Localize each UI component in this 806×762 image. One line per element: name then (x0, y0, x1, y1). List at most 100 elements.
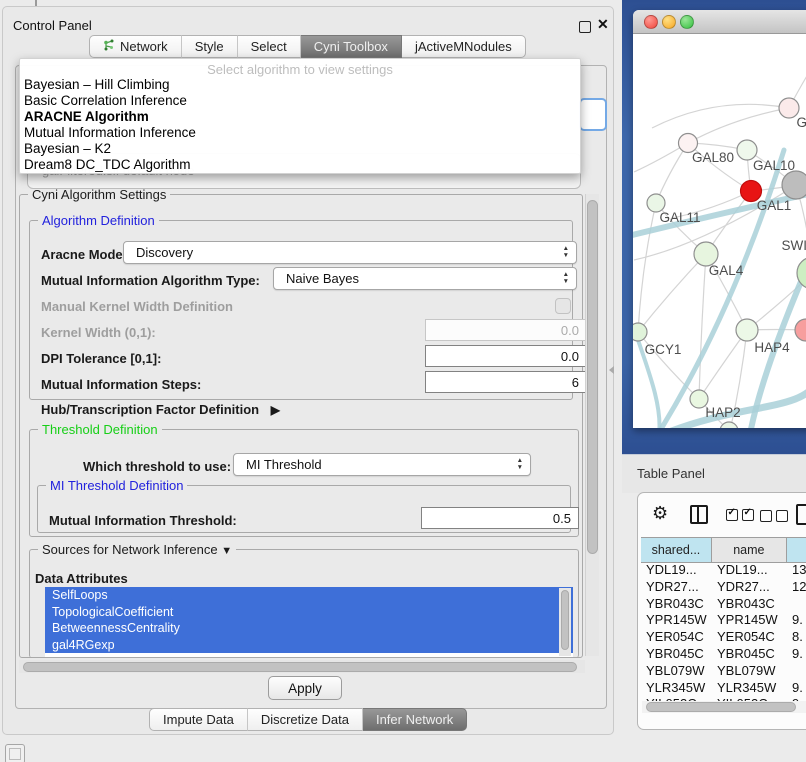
which-threshold-combo[interactable]: MI Threshold ▲▼ (233, 453, 531, 476)
column-header[interactable]: shared... (641, 538, 712, 562)
table-horizontal-scrollbar[interactable] (642, 701, 806, 713)
tab-style[interactable]: Style (182, 35, 238, 58)
tab-select[interactable]: Select (238, 35, 301, 58)
tab-cyni-toolbox[interactable]: Cyni Toolbox (301, 35, 402, 58)
column-header[interactable]: name (712, 538, 787, 562)
select-all-columns-icon[interactable] (726, 509, 754, 521)
aracne-mode-combo[interactable]: Discovery ▲▼ (123, 241, 577, 264)
table-row[interactable]: YDR27...YDR27...12 (641, 579, 806, 596)
table-row[interactable]: YPR145WYPR145W9. (641, 612, 806, 629)
tab-network[interactable]: Network (89, 35, 182, 58)
group-title: Threshold Definition (38, 422, 162, 437)
deselect-all-columns-icon[interactable] (760, 510, 788, 522)
close-traffic-light[interactable] (644, 15, 658, 29)
tab-infer-network[interactable]: Infer Network (363, 708, 467, 731)
network-node[interactable] (795, 319, 806, 341)
network-node[interactable] (633, 323, 647, 341)
algorithm-dropdown: Select algorithm to view settings Bayesi… (19, 58, 581, 174)
table-panel-header: Table Panel (622, 454, 806, 493)
table-cell: YBR045C (641, 646, 712, 663)
kernel-width-label: Kernel Width (0,1): (41, 325, 156, 340)
node-label: GAL11 (659, 210, 700, 225)
bottom-tab-bar: Impute Data Discretize Data Infer Network (149, 708, 467, 731)
table-body: YDL19...YDL19...13YDR27...YDR27...12YBR0… (641, 562, 806, 702)
network-edge[interactable] (652, 104, 789, 128)
tab-label: Network (120, 39, 168, 54)
table-cell: 9. (787, 612, 806, 629)
table-row[interactable]: YDL19...YDL19...13 (641, 562, 806, 579)
sources-group-title[interactable]: Sources for Network Inference ▼ (38, 542, 236, 557)
node-label: HAP4 (754, 340, 790, 355)
algorithm-combo-fragment[interactable] (579, 98, 607, 131)
node-label: GAL4 (709, 263, 744, 278)
manual-kernel-checkbox[interactable] (555, 298, 571, 314)
vertical-scrollbar[interactable] (585, 194, 599, 656)
table-row[interactable]: YBL079WYBL079W (641, 663, 806, 680)
table-cell: YBL079W (641, 663, 712, 680)
network-edge[interactable] (747, 273, 806, 330)
mi-threshold-field[interactable]: 0.5 (421, 507, 579, 529)
network-edge[interactable] (688, 108, 789, 143)
tab-label: Discretize Data (261, 712, 349, 727)
panel-divider-handle[interactable] (609, 366, 614, 374)
hub-definition-toggle[interactable]: Hub/Transcription Factor Definition ▶ (41, 402, 280, 417)
tab-jactivemnodules[interactable]: jActiveMNodules (402, 35, 526, 58)
data-attribute-item[interactable]: TopologicalCoefficient (45, 604, 573, 621)
mi-steps-label: Mutual Information Steps: (41, 377, 201, 392)
network-canvas[interactable]: GALGAL80GAL10GAL1GAL11SWI4GAL4GCY1HAP4YH… (633, 34, 806, 428)
table-row[interactable]: YBR045CYBR045C9. (641, 646, 806, 663)
split-columns-icon[interactable] (690, 505, 708, 524)
dpi-tolerance-field[interactable]: 0.0 (425, 345, 587, 367)
algorithm-option[interactable]: Basic Correlation Inference (20, 93, 580, 109)
mi-threshold-label: Mutual Information Threshold: (49, 513, 237, 528)
table-cell: YPR145W (641, 612, 712, 629)
table-panel-title: Table Panel (637, 466, 705, 481)
data-attributes-list[interactable]: SelfLoopsTopologicalCoefficientBetweenne… (45, 587, 573, 657)
network-edge[interactable] (638, 254, 706, 332)
expanded-arrow-icon: ▼ (221, 545, 232, 557)
data-attribute-item[interactable]: SelfLoops (45, 587, 573, 604)
data-attribute-item[interactable]: gal4RGexp (45, 637, 573, 654)
mi-type-combo[interactable]: Naive Bayes ▲▼ (273, 267, 577, 290)
algorithm-option[interactable]: Dream8 DC_TDC Algorithm (20, 157, 580, 173)
network-edge[interactable] (699, 330, 747, 399)
table-row[interactable]: YLR345WYLR345W9. (641, 680, 806, 697)
algorithm-option[interactable]: Mutual Information Inference (20, 125, 580, 141)
close-icon[interactable]: ✕ (597, 16, 609, 33)
network-window-titlebar[interactable] (633, 10, 806, 34)
node-label: GAL10 (753, 158, 795, 173)
algorithm-option[interactable]: Bayesian – Hill Climbing (20, 77, 580, 93)
kernel-width-value: 0.0 (561, 323, 579, 338)
algorithm-option[interactable]: Bayesian – K2 (20, 141, 580, 157)
network-edge[interactable] (699, 254, 706, 399)
table-cell: YDR27... (712, 579, 787, 596)
mi-steps-field[interactable]: 6 (425, 371, 587, 393)
new-table-icon[interactable] (796, 504, 806, 525)
data-attribute-item[interactable]: BetweennessCentrality (45, 620, 573, 637)
tab-label: Cyni Toolbox (314, 39, 388, 54)
restore-panel-icon[interactable] (5, 744, 25, 762)
list-scrollbar[interactable] (559, 588, 571, 656)
table-row[interactable]: YER054CYER054C8. (641, 629, 806, 646)
algorithm-option[interactable]: ARACNE Algorithm (20, 109, 580, 125)
network-node[interactable] (736, 319, 758, 341)
column-header[interactable]: A (787, 538, 806, 562)
horizontal-scrollbar[interactable] (19, 660, 585, 673)
aracne-mode-value: Discovery (136, 245, 193, 260)
network-node[interactable] (782, 171, 806, 199)
dpi-tolerance-label: DPI Tolerance [0,1]: (41, 351, 161, 366)
tab-impute-data[interactable]: Impute Data (149, 708, 248, 731)
minimize-traffic-light[interactable] (662, 15, 676, 29)
apply-button[interactable]: Apply (268, 676, 342, 700)
table-row[interactable]: YBR043CYBR043C (641, 596, 806, 613)
network-node[interactable] (737, 140, 757, 160)
zoom-traffic-light[interactable] (680, 15, 694, 29)
panel-title: Control Panel (13, 18, 92, 33)
gear-icon[interactable]: ⚙ (652, 503, 668, 524)
table-cell: YLR345W (641, 680, 712, 697)
kernel-width-field[interactable]: 0.0 (425, 319, 587, 341)
mi-threshold-value: 0.5 (553, 511, 571, 526)
float-panel-icon[interactable] (579, 21, 591, 33)
network-node[interactable] (720, 422, 738, 428)
tab-discretize-data[interactable]: Discretize Data (248, 708, 363, 731)
